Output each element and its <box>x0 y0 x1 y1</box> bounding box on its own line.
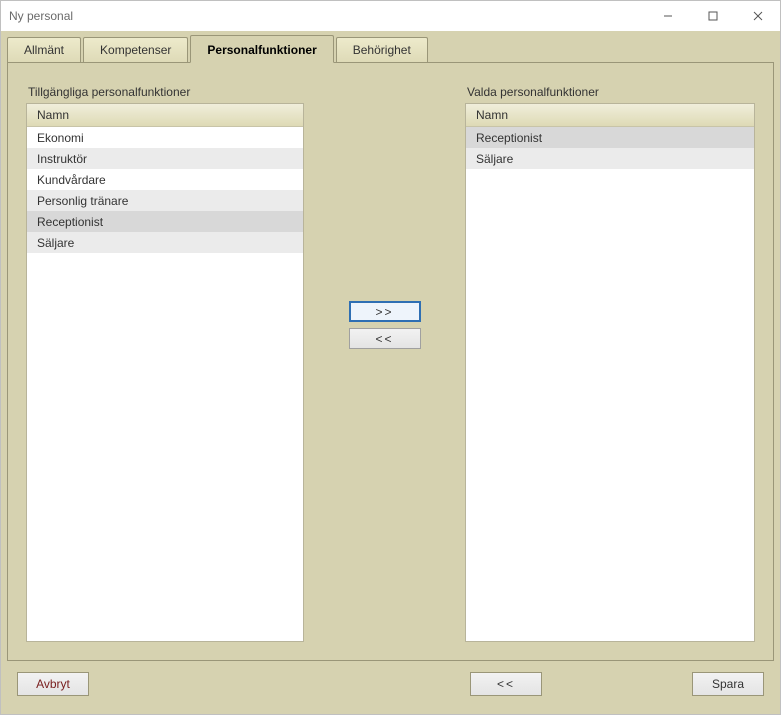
body: Allmänt Kompetenser Personalfunktioner B… <box>1 31 780 714</box>
tab-permissions[interactable]: Behörighet <box>336 37 428 62</box>
tab-general[interactable]: Allmänt <box>7 37 81 62</box>
minimize-button[interactable] <box>645 1 690 31</box>
list-item[interactable]: Receptionist <box>466 127 754 148</box>
footer: Avbryt << Spara <box>7 661 774 706</box>
titlebar-buttons <box>645 1 780 31</box>
list-item[interactable]: Ekonomi <box>27 127 303 148</box>
available-header[interactable]: Namn <box>27 104 303 127</box>
selected-header[interactable]: Namn <box>466 104 754 127</box>
list-item[interactable]: Receptionist <box>27 211 303 232</box>
selected-list[interactable]: Namn Receptionist Säljare <box>465 103 755 642</box>
back-button[interactable]: << <box>470 672 542 696</box>
remove-button[interactable]: << <box>349 328 421 349</box>
list-item[interactable]: Kundvårdare <box>27 169 303 190</box>
add-button[interactable]: >> <box>349 301 421 322</box>
transfer-buttons: >> << <box>304 85 465 642</box>
available-list[interactable]: Namn Ekonomi Instruktör Kundvårdare Pers… <box>26 103 304 642</box>
titlebar: Ny personal <box>1 1 780 31</box>
available-column: Tillgängliga personalfunktioner Namn Eko… <box>26 85 304 642</box>
selected-title: Valda personalfunktioner <box>465 85 755 99</box>
tab-bar: Allmänt Kompetenser Personalfunktioner B… <box>7 35 774 62</box>
maximize-button[interactable] <box>690 1 735 31</box>
tab-competences[interactable]: Kompetenser <box>83 37 188 62</box>
selected-column: Valda personalfunktioner Namn Receptioni… <box>465 85 755 642</box>
tab-panel-functions: Tillgängliga personalfunktioner Namn Eko… <box>7 62 774 661</box>
cancel-button[interactable]: Avbryt <box>17 672 89 696</box>
window-title: Ny personal <box>9 9 645 23</box>
tab-functions[interactable]: Personalfunktioner <box>190 35 333 63</box>
list-item[interactable]: Säljare <box>27 232 303 253</box>
window: Ny personal Allmänt Kompetenser Personal… <box>0 0 781 715</box>
list-item[interactable]: Personlig tränare <box>27 190 303 211</box>
available-title: Tillgängliga personalfunktioner <box>26 85 304 99</box>
close-button[interactable] <box>735 1 780 31</box>
list-item[interactable]: Instruktör <box>27 148 303 169</box>
save-button[interactable]: Spara <box>692 672 764 696</box>
list-item[interactable]: Säljare <box>466 148 754 169</box>
